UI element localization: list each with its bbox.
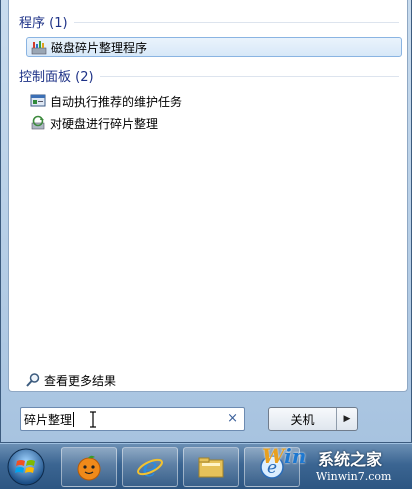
watermark-url: Winwin7.com [316,470,392,483]
watermark-title: 系统之家 [318,450,383,469]
defragment-disk-icon [31,115,45,130]
taskbar-internet-explorer-button[interactable]: e [122,447,178,487]
divider [99,75,399,77]
search-results-panel: 程序 (1) 磁盘碎片整理程序 控制面板 (2) 自动执行推荐的维护任务 对硬盘… [8,0,408,392]
result-maintenance-tasks[interactable]: 自动执行推荐的维护任务 [26,91,402,111]
search-input-value: 碎片整理 [24,412,73,427]
divider [73,21,399,23]
see-more-results-link[interactable]: 查看更多结果 [25,371,116,389]
watermark-logo: Win 系统之家 Winwin7.com [258,444,408,489]
shutdown-options-arrow-icon[interactable]: ▶ [337,408,357,430]
orange-fruit-icon [77,455,101,481]
clear-search-icon[interactable]: × [227,411,238,426]
result-defragment-disk[interactable]: 对硬盘进行碎片整理 [26,113,402,133]
maintenance-task-icon [30,94,46,107]
disk-defragmenter-icon [31,41,47,55]
result-disk-defragmenter[interactable]: 磁盘碎片整理程序 [26,37,402,57]
group-header-control-panel-label: 控制面板 (2) [19,69,94,85]
search-input[interactable]: 碎片整理 × [20,407,245,431]
taskbar: e e Win 系统之家 Winwin7.com [0,443,412,489]
start-orb-icon[interactable] [6,447,46,487]
text-caret [73,411,75,427]
group-header-programs-label: 程序 (1) [19,15,68,31]
internet-explorer-icon: e [137,453,163,482]
group-header-programs: 程序 (1) [19,12,399,31]
folder-icon [198,457,224,478]
taskbar-windows-explorer-button[interactable] [183,447,239,487]
result-label: 对硬盘进行碎片整理 [50,116,159,131]
watermark-brand: Win [262,444,307,468]
shutdown-button-label: 关机 [269,408,337,430]
result-label: 磁盘碎片整理程序 [51,40,148,55]
svg-text:e: e [142,453,157,482]
group-header-control-panel: 控制面板 (2) [19,66,399,85]
result-label: 自动执行推荐的维护任务 [50,94,183,109]
magnifier-icon [26,373,40,387]
ibeam-cursor-icon [90,411,96,428]
see-more-results-label: 查看更多结果 [44,373,117,388]
start-menu: 程序 (1) 磁盘碎片整理程序 控制面板 (2) 自动执行推荐的维护任务 对硬盘… [0,0,412,443]
shutdown-button[interactable]: 关机 ▶ [268,407,358,431]
taskbar-media-app-button[interactable] [61,447,117,487]
